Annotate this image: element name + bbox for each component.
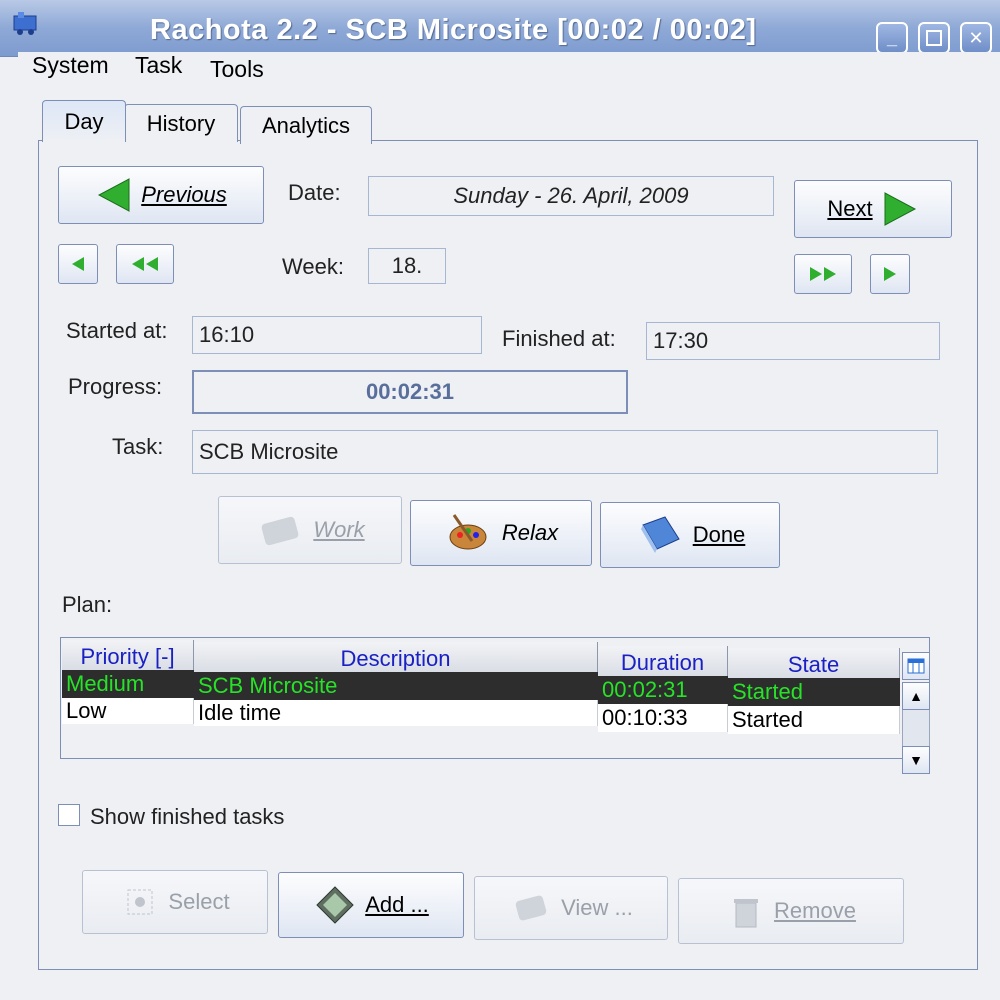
done-button[interactable]: Done xyxy=(600,502,780,568)
minimize-icon: _ xyxy=(886,27,897,48)
previous-button[interactable]: Previous xyxy=(58,166,264,224)
maximize-icon xyxy=(926,30,942,46)
previous-week-button[interactable] xyxy=(116,244,174,284)
minimize-button[interactable]: _ xyxy=(876,22,908,54)
row-1-state[interactable]: Started xyxy=(728,678,900,706)
next-button[interactable]: Next xyxy=(794,180,952,238)
triangle-down-icon: ▼ xyxy=(909,752,923,768)
scroll-down-button[interactable]: ▼ xyxy=(902,746,930,774)
app-icon xyxy=(12,10,40,36)
week-label: Week: xyxy=(282,254,344,279)
next-week-button[interactable] xyxy=(794,254,852,294)
row-1-duration[interactable]: 00:02:31 xyxy=(598,676,728,704)
select-icon xyxy=(127,889,153,915)
column-description[interactable]: Description xyxy=(194,642,598,676)
select-label: Select xyxy=(168,889,230,914)
view-icon xyxy=(515,895,547,921)
done-label: Done xyxy=(692,522,746,547)
tab-analytics[interactable]: Analytics xyxy=(240,106,372,144)
previous-label: Previous xyxy=(141,182,227,207)
previous-day-button[interactable] xyxy=(58,244,98,284)
plan-label: Plan: xyxy=(62,592,113,617)
add-task-icon xyxy=(316,886,354,924)
step-left-icon xyxy=(72,257,84,271)
maximize-button[interactable] xyxy=(918,22,950,54)
row-2-duration[interactable]: 00:10:33 xyxy=(598,704,728,732)
remove-label: Remove xyxy=(774,898,856,923)
close-button[interactable]: ✕ xyxy=(960,22,992,54)
row-1-description[interactable]: SCB Microsite xyxy=(194,672,598,700)
progress-bar: 00:02:31 xyxy=(192,370,628,414)
started-label: Started at: xyxy=(66,318,168,343)
row-2-description[interactable]: Idle time xyxy=(194,700,598,726)
started-field: 16:10 xyxy=(192,316,482,354)
fast-right-icon xyxy=(810,267,836,281)
triangle-up-icon: ▲ xyxy=(909,688,923,704)
finished-field: 17:30 xyxy=(646,322,940,360)
date-label: Date: xyxy=(288,180,341,205)
column-chooser-button[interactable] xyxy=(902,652,930,680)
add-button[interactable]: Add ... xyxy=(278,872,464,938)
row-2-priority[interactable]: Low xyxy=(62,698,194,724)
work-icon xyxy=(261,516,299,546)
show-finished-checkbox[interactable] xyxy=(58,804,80,826)
next-day-button[interactable] xyxy=(870,254,910,294)
scroll-up-button[interactable]: ▲ xyxy=(902,682,930,710)
finished-label: Finished at: xyxy=(502,326,616,351)
relax-label: Relax xyxy=(501,520,559,545)
select-button[interactable]: Select xyxy=(82,870,268,934)
relax-button[interactable]: Relax xyxy=(410,500,592,566)
menu-tools[interactable]: Tools xyxy=(210,56,264,83)
progress-label: Progress: xyxy=(68,374,163,399)
arrow-left-icon xyxy=(98,178,130,212)
date-field: Sunday - 26. April, 2009 xyxy=(368,176,774,216)
menu-task[interactable]: Task xyxy=(135,52,182,79)
column-duration[interactable]: Duration xyxy=(598,646,728,680)
work-button[interactable]: Work xyxy=(218,496,402,564)
work-label: Work xyxy=(313,517,365,542)
palette-icon xyxy=(449,514,487,550)
task-label: Task: xyxy=(112,434,164,459)
step-right-icon xyxy=(884,267,896,281)
task-field: SCB Microsite xyxy=(192,430,938,474)
menu-system[interactable]: System xyxy=(32,52,109,79)
show-finished-label[interactable]: Show finished tasks xyxy=(90,804,284,830)
tab-day[interactable]: Day xyxy=(42,100,126,142)
view-button[interactable]: View ... xyxy=(474,876,668,940)
column-state[interactable]: State xyxy=(728,648,900,682)
next-label: Next xyxy=(827,196,873,221)
trash-icon xyxy=(734,899,759,928)
fast-left-icon xyxy=(132,257,158,271)
week-field: 18. xyxy=(368,248,446,284)
table-icon xyxy=(907,658,925,674)
window-title: Rachota 2.2 - SCB Microsite [00:02 / 00:… xyxy=(150,14,757,46)
row-2-state[interactable]: Started xyxy=(728,706,900,734)
row-1-priority[interactable]: Medium xyxy=(62,670,194,698)
add-label: Add ... xyxy=(365,892,429,917)
remove-button[interactable]: Remove xyxy=(678,878,904,944)
close-icon: ✕ xyxy=(968,27,984,48)
arrow-right-icon xyxy=(884,192,916,226)
view-label: View ... xyxy=(561,895,633,920)
tab-history[interactable]: History xyxy=(124,104,238,142)
book-icon xyxy=(640,516,680,553)
column-priority[interactable]: Priority [-] xyxy=(62,640,194,674)
